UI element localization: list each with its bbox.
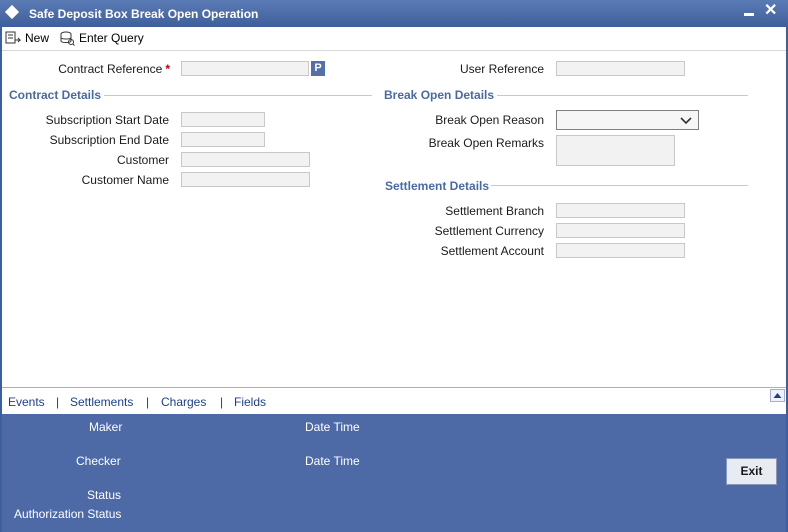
new-label: New: [25, 31, 50, 45]
window-title: Safe Deposit Box Break Open Operation: [29, 7, 259, 21]
required-mark: *: [165, 62, 170, 76]
break-open-details-divider: [497, 95, 748, 96]
tab-fields[interactable]: Fields: [234, 395, 266, 409]
contract-reference-label: Contract Reference *: [40, 62, 170, 76]
subscription-start-date-input[interactable]: [181, 112, 265, 127]
break-open-reason-label: Break Open Reason: [435, 113, 544, 127]
exit-button[interactable]: Exit: [726, 458, 777, 485]
tab-settlements[interactable]: Settlements: [70, 395, 133, 409]
settlement-currency-input[interactable]: [556, 223, 685, 238]
status-label: Status: [87, 488, 122, 502]
tab-separator: |: [56, 395, 60, 409]
tab-separator: |: [146, 395, 150, 409]
break-open-remarks-label: Break Open Remarks: [428, 136, 544, 150]
settlement-branch-label: Settlement Branch: [445, 204, 544, 218]
break-open-remarks-input[interactable]: [556, 135, 675, 166]
user-reference-label: User Reference: [459, 62, 544, 76]
minimize-icon[interactable]: [744, 13, 754, 16]
customer-name-input[interactable]: [181, 172, 310, 187]
customer-input[interactable]: [181, 152, 310, 167]
settlement-account-input[interactable]: [556, 243, 685, 258]
subscription-end-date-label: Subscription End Date: [49, 133, 169, 147]
settlement-account-label: Settlement Account: [440, 244, 544, 258]
subscription-end-date-input[interactable]: [181, 132, 265, 147]
new-icon: [5, 31, 21, 44]
customer-label: Customer: [116, 153, 169, 167]
contract-reference-text: Contract Reference: [58, 62, 163, 76]
settlement-branch-input[interactable]: [556, 203, 685, 218]
user-reference-input[interactable]: [556, 61, 685, 76]
contract-reference-input[interactable]: [181, 61, 309, 76]
title-bar: Safe Deposit Box Break Open Operation ✕: [0, 0, 788, 27]
contract-reference-lov-button[interactable]: P: [311, 61, 325, 76]
settlement-details-divider: [491, 185, 748, 186]
checker-date-time-label: Date Time: [305, 454, 360, 468]
contract-details-title: Contract Details: [9, 88, 102, 102]
chevron-down-icon: [680, 117, 692, 125]
customer-name-label: Customer Name: [81, 173, 169, 187]
maker-date-time-label: Date Time: [305, 420, 360, 434]
settlement-details-title: Settlement Details: [385, 179, 490, 193]
subscreen-tabs: Events | Settlements | Charges | Fields: [2, 387, 786, 415]
diamond-icon: [4, 4, 20, 20]
enter-query-button[interactable]: Enter Query: [59, 29, 144, 47]
new-button[interactable]: New: [5, 29, 49, 47]
contract-details-divider: [104, 95, 372, 96]
scroll-up-icon: [773, 393, 782, 398]
tab-events[interactable]: Events: [8, 395, 45, 409]
enter-query-label: Enter Query: [79, 31, 144, 45]
tab-charges[interactable]: Charges: [161, 395, 206, 409]
scroll-up-button[interactable]: [770, 389, 785, 402]
maker-label: Maker: [89, 420, 123, 434]
break-open-details-title: Break Open Details: [384, 88, 495, 102]
subscription-start-date-label: Subscription Start Date: [45, 113, 169, 127]
checker-label: Checker: [76, 454, 121, 468]
close-icon[interactable]: ✕: [764, 2, 777, 20]
tab-separator: |: [220, 395, 224, 409]
authorization-status-label: Authorization Status: [14, 507, 122, 521]
toolbar: New Enter Query: [2, 27, 786, 51]
enter-query-icon: [60, 31, 75, 46]
settlement-currency-label: Settlement Currency: [434, 224, 544, 238]
break-open-reason-select[interactable]: [556, 110, 699, 130]
